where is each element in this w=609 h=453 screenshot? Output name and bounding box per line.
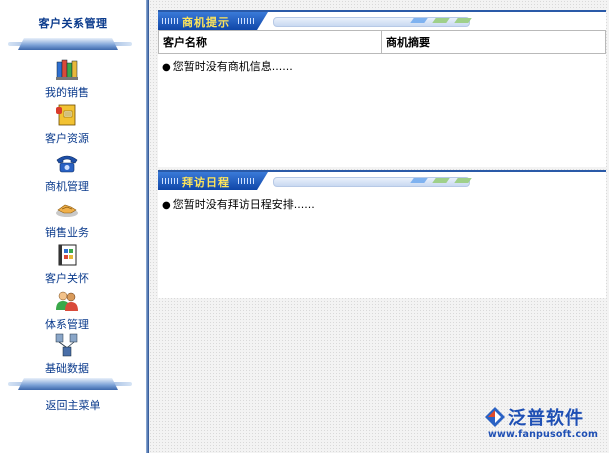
visit-schedule-empty-message: ● 您暂时没有拜访日程安排...... (162, 198, 315, 211)
sidebar: 客户关系管理 我的销售 客户资源 商机管理 销售业务 客户关怀 体系管理 基础数… (0, 0, 146, 453)
handshake-icon (56, 204, 78, 217)
opportunity-panel: 商机提示 客户名称 商机摘要 ● 您暂时没有商机信息...... (158, 10, 606, 167)
sidebar-item-label: 销售业务 (45, 226, 89, 239)
visit-schedule-panel: 拜访日程 ● 您暂时没有拜访日程安排...... (158, 170, 606, 298)
logo-url: www.fanpusoft.com (488, 429, 599, 440)
sidebar-item-label: 我的销售 (45, 86, 89, 99)
opportunity-panel-title: 商机提示 (182, 16, 230, 29)
opportunity-empty-message: ● 您暂时没有商机信息...... (162, 60, 293, 73)
fanpu-logo: 泛普软件 www.fanpusoft.com (484, 404, 604, 444)
visit-schedule-panel-header: 拜访日程 (158, 170, 606, 190)
sidebar-item-system-management[interactable]: 体系管理 (28, 288, 106, 332)
column-header-customer-name[interactable]: 客户名称 (158, 30, 382, 54)
sidebar-item-label: 客户资源 (45, 132, 89, 145)
sidebar-item-opportunity-management[interactable]: 商机管理 (28, 150, 106, 194)
sidebar-top-banner (8, 38, 132, 50)
sidebar-bottom-banner (8, 378, 132, 390)
sidebar-item-label: 客户关怀 (45, 272, 89, 285)
visit-schedule-panel-title: 拜访日程 (182, 176, 230, 189)
sidebar-item-customer-resources[interactable]: 客户资源 (28, 102, 106, 146)
phonebook-icon (56, 104, 76, 126)
fanpu-logo-mark-icon (485, 407, 505, 427)
main-content: 商机提示 客户名称 商机摘要 ● 您暂时没有商机信息...... 拜访日程 ● … (149, 0, 609, 453)
users-icon (56, 291, 78, 311)
back-to-main-menu-link[interactable]: 返回主菜单 (0, 397, 146, 413)
sidebar-item-label: 基础数据 (45, 362, 89, 375)
notebook-icon (58, 244, 77, 266)
opportunity-panel-header: 商机提示 (158, 10, 606, 30)
bullet-icon: ● (162, 200, 171, 211)
sidebar-item-sales-business[interactable]: 销售业务 (28, 196, 106, 240)
sidebar-title: 客户关系管理 (38, 17, 108, 30)
sidebar-item-basic-data[interactable]: 基础数据 (28, 332, 106, 376)
column-header-opportunity-summary[interactable]: 商机摘要 (381, 30, 606, 54)
sidebar-item-label: 商机管理 (45, 180, 89, 193)
bullet-icon: ● (162, 62, 171, 73)
sidebar-item-customer-care[interactable]: 客户关怀 (28, 242, 106, 286)
opportunity-table: 客户名称 商机摘要 (158, 30, 606, 54)
books-icon (56, 59, 78, 80)
sidebar-item-my-sales[interactable]: 我的销售 (28, 56, 106, 100)
network-icon (55, 333, 78, 357)
logo-name: 泛普软件 (508, 408, 584, 429)
telephone-icon (56, 155, 78, 173)
sidebar-item-label: 体系管理 (45, 318, 89, 331)
